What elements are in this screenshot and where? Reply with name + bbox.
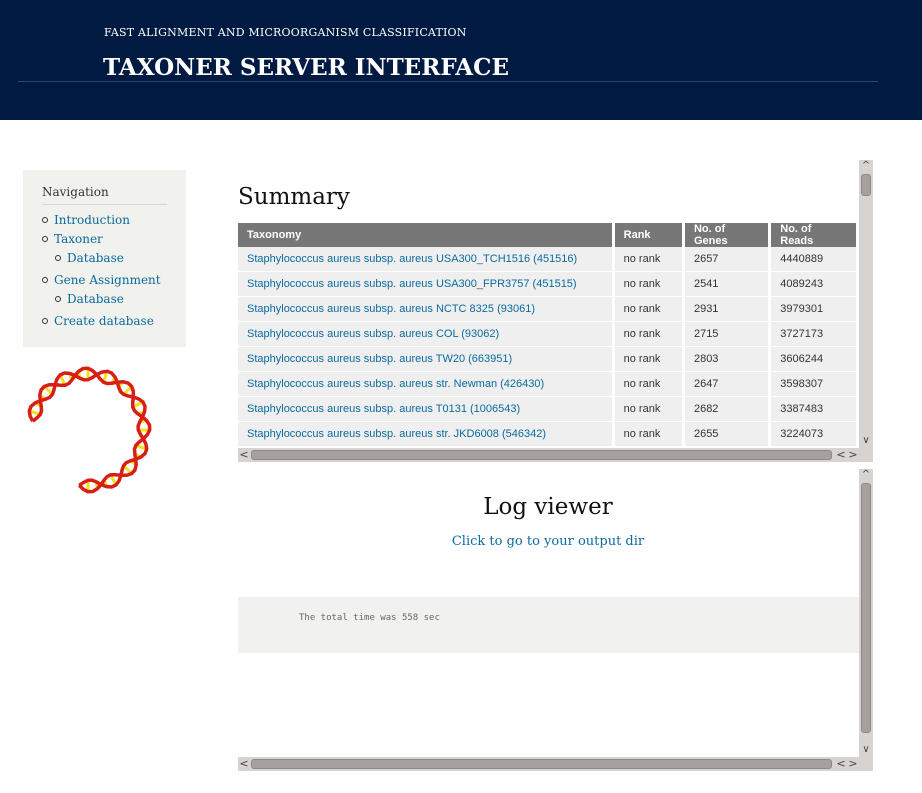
nav-item-taxoner[interactable]: Taxoner bbox=[42, 232, 103, 246]
nav-item-introduction[interactable]: Introduction bbox=[42, 213, 130, 227]
reads-cell: 4440889 bbox=[771, 247, 856, 272]
scroll-down-icon[interactable]: ∨ bbox=[859, 744, 873, 756]
nav-item-label: Taxoner bbox=[54, 232, 103, 246]
navigation-panel: Navigation Introduction Taxoner Database… bbox=[23, 170, 186, 347]
dna-strand bbox=[31, 366, 152, 494]
genes-cell: 2541 bbox=[684, 272, 769, 297]
nav-item-label: Database bbox=[67, 251, 124, 265]
bullet-icon bbox=[55, 296, 61, 302]
scrollbar-thumb[interactable] bbox=[251, 450, 832, 460]
nav-item-taxoner-database[interactable]: Database bbox=[55, 251, 124, 265]
taxonomy-link[interactable]: Staphylococcus aureus subsp. aureus COL … bbox=[238, 322, 612, 347]
genes-cell: 2931 bbox=[684, 297, 769, 322]
reads-cell: 3727173 bbox=[771, 322, 856, 347]
rank-cell: no rank bbox=[614, 347, 682, 372]
scroll-down-icon[interactable]: ∨ bbox=[859, 435, 873, 447]
table-row: Staphylococcus aureus subsp. aureus T013… bbox=[238, 397, 856, 422]
genes-cell: 2655 bbox=[684, 422, 769, 447]
scrollbar-thumb[interactable] bbox=[251, 759, 832, 769]
nav-item-gene-assignment[interactable]: Gene Assignment bbox=[42, 273, 161, 287]
nav-item-label: Introduction bbox=[54, 213, 130, 227]
summary-horizontal-scrollbar[interactable]: < < > bbox=[238, 448, 873, 462]
log-output: The total time was 558 sec bbox=[238, 597, 859, 653]
nav-item-gene-database[interactable]: Database bbox=[55, 292, 124, 306]
table-header-row: Taxonomy Rank No. of Genes No. of Reads bbox=[238, 223, 856, 247]
scroll-up-icon[interactable]: ^ bbox=[859, 469, 873, 481]
taxonomy-link[interactable]: Staphylococcus aureus subsp. aureus NCTC… bbox=[238, 297, 612, 322]
reads-cell: 3224073 bbox=[771, 422, 856, 447]
summary-table: Taxonomy Rank No. of Genes No. of Reads … bbox=[238, 223, 859, 447]
scroll-left-icon[interactable]: < bbox=[835, 757, 847, 771]
log-viewer-title: Log viewer bbox=[483, 494, 613, 520]
log-vertical-scrollbar[interactable]: ^ ∨ bbox=[859, 469, 873, 758]
site-subtitle: FAST ALIGNMENT AND MICROORGANISM CLASSIF… bbox=[104, 26, 467, 39]
table-row: Staphylococcus aureus subsp. aureus TW20… bbox=[238, 347, 856, 372]
summary-panel[interactable]: Summary Taxonomy Rank No. of Genes No. o… bbox=[238, 160, 859, 449]
taxonomy-link[interactable]: Staphylococcus aureus subsp. aureus T013… bbox=[238, 397, 612, 422]
genes-cell: 2715 bbox=[684, 322, 769, 347]
scrollbar-thumb[interactable] bbox=[861, 483, 871, 733]
scroll-up-icon[interactable]: ^ bbox=[859, 160, 873, 172]
nav-item-create-database[interactable]: Create database bbox=[42, 314, 154, 328]
table-row: Staphylococcus aureus subsp. aureus str.… bbox=[238, 372, 856, 397]
navigation-title: Navigation bbox=[42, 185, 109, 199]
scroll-left-icon[interactable]: < bbox=[238, 757, 250, 771]
bullet-icon bbox=[42, 217, 48, 223]
table-row: Staphylococcus aureus subsp. aureus str.… bbox=[238, 422, 856, 447]
scroll-right-icon[interactable]: > bbox=[847, 448, 859, 462]
genes-cell: 2682 bbox=[684, 397, 769, 422]
column-header-taxonomy[interactable]: Taxonomy bbox=[238, 223, 612, 247]
log-horizontal-scrollbar[interactable]: < < > bbox=[238, 757, 873, 771]
site-header: FAST ALIGNMENT AND MICROORGANISM CLASSIF… bbox=[0, 0, 922, 120]
table-row: Staphylococcus aureus subsp. aureus COL … bbox=[238, 322, 856, 347]
reads-cell: 3606244 bbox=[771, 347, 856, 372]
reads-cell: 4089243 bbox=[771, 272, 856, 297]
site-title: TAXONER SERVER INTERFACE bbox=[103, 54, 509, 81]
dna-helix-logo bbox=[27, 366, 152, 494]
taxonomy-link[interactable]: Staphylococcus aureus subsp. aureus USA3… bbox=[238, 247, 612, 272]
genes-cell: 2657 bbox=[684, 247, 769, 272]
log-text: The total time was 558 sec bbox=[299, 613, 440, 623]
nav-item-label: Database bbox=[67, 292, 124, 306]
reads-cell: 3979301 bbox=[771, 297, 856, 322]
rank-cell: no rank bbox=[614, 397, 682, 422]
rank-cell: no rank bbox=[614, 372, 682, 397]
bullet-icon bbox=[42, 277, 48, 283]
taxonomy-link[interactable]: Staphylococcus aureus subsp. aureus TW20… bbox=[238, 347, 612, 372]
output-dir-link[interactable]: Click to go to your output dir bbox=[238, 534, 858, 549]
nav-item-label: Create database bbox=[54, 314, 154, 328]
scroll-right-icon[interactable]: > bbox=[847, 757, 859, 771]
reads-cell: 3387483 bbox=[771, 397, 856, 422]
scroll-left-icon[interactable]: < bbox=[238, 448, 250, 462]
header-divider bbox=[18, 81, 878, 82]
scrollbar-thumb[interactable] bbox=[861, 174, 871, 196]
table-row: Staphylococcus aureus subsp. aureus USA3… bbox=[238, 272, 856, 297]
genes-cell: 2803 bbox=[684, 347, 769, 372]
summary-title: Summary bbox=[238, 184, 350, 210]
taxonomy-link[interactable]: Staphylococcus aureus subsp. aureus str.… bbox=[238, 422, 612, 447]
column-header-reads[interactable]: No. of Reads bbox=[771, 223, 856, 247]
nav-item-label: Gene Assignment bbox=[54, 273, 161, 287]
rank-cell: no rank bbox=[614, 247, 682, 272]
table-row: Staphylococcus aureus subsp. aureus NCTC… bbox=[238, 297, 856, 322]
summary-vertical-scrollbar[interactable]: ^ ∨ bbox=[859, 160, 873, 449]
genes-cell: 2647 bbox=[684, 372, 769, 397]
bullet-icon bbox=[55, 255, 61, 261]
column-header-genes[interactable]: No. of Genes bbox=[684, 223, 769, 247]
column-header-rank[interactable]: Rank bbox=[614, 223, 682, 247]
rank-cell: no rank bbox=[614, 272, 682, 297]
taxonomy-link[interactable]: Staphylococcus aureus subsp. aureus str.… bbox=[238, 372, 612, 397]
rank-cell: no rank bbox=[614, 422, 682, 447]
taxonomy-link[interactable]: Staphylococcus aureus subsp. aureus USA3… bbox=[238, 272, 612, 297]
rank-cell: no rank bbox=[614, 297, 682, 322]
bullet-icon bbox=[42, 236, 48, 242]
table-row: Staphylococcus aureus subsp. aureus USA3… bbox=[238, 247, 856, 272]
navigation-divider bbox=[42, 204, 167, 205]
reads-cell: 3598307 bbox=[771, 372, 856, 397]
bullet-icon bbox=[42, 318, 48, 324]
rank-cell: no rank bbox=[614, 322, 682, 347]
scroll-left-icon[interactable]: < bbox=[835, 448, 847, 462]
